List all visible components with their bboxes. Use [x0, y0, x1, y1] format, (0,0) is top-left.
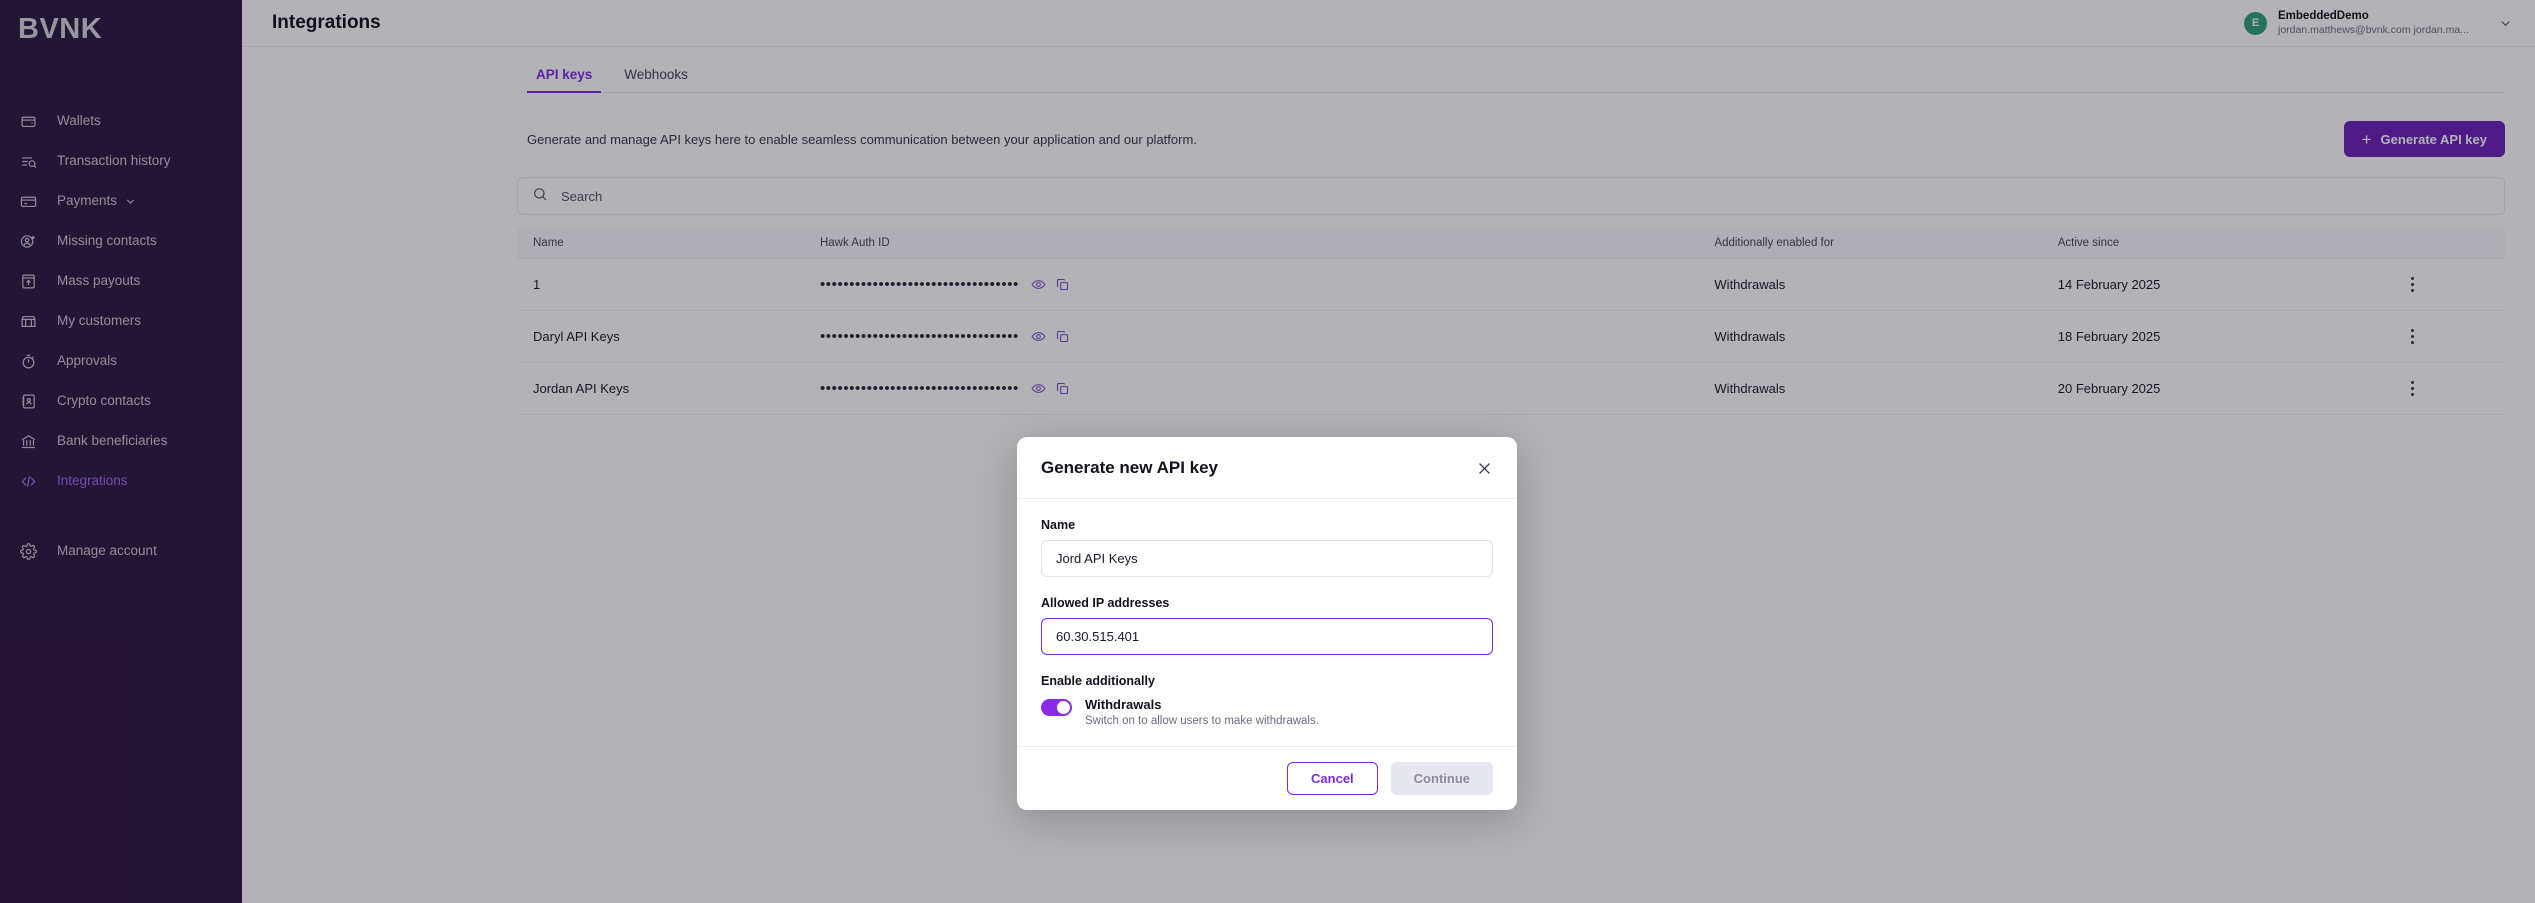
- name-input[interactable]: [1041, 540, 1493, 577]
- modal-body: Name Allowed IP addresses Enable additio…: [1017, 499, 1517, 746]
- modal-title: Generate new API key: [1041, 458, 1219, 477]
- toggle-knob: [1057, 701, 1070, 714]
- ip-field-block: Allowed IP addresses: [1041, 596, 1493, 655]
- modal-footer: Cancel Continue: [1017, 746, 1517, 810]
- name-field-block: Name: [1041, 518, 1493, 577]
- modal-header: Generate new API key: [1017, 437, 1517, 499]
- ip-label: Allowed IP addresses: [1041, 596, 1170, 610]
- withdrawals-toggle[interactable]: [1041, 699, 1072, 716]
- withdrawals-toggle-title: Withdrawals: [1085, 697, 1162, 712]
- continue-button[interactable]: Continue: [1390, 762, 1493, 796]
- withdrawals-toggle-row: Withdrawals Switch on to allow users to …: [1041, 697, 1493, 727]
- name-label: Name: [1041, 518, 1076, 532]
- cancel-button[interactable]: Cancel: [1287, 762, 1378, 796]
- generate-api-key-modal: Generate new API key Name Allowed IP add…: [1017, 437, 1517, 811]
- withdrawals-toggle-subtitle: Switch on to allow users to make withdra…: [1085, 715, 1319, 728]
- close-icon[interactable]: [1476, 460, 1493, 477]
- allowed-ip-input[interactable]: [1041, 618, 1493, 655]
- withdrawals-toggle-text: Withdrawals Switch on to allow users to …: [1085, 697, 1319, 727]
- enable-additionally-label: Enable additionally: [1041, 674, 1155, 688]
- app-root: BVNK Wallets Transaction history Payment: [0, 0, 2535, 903]
